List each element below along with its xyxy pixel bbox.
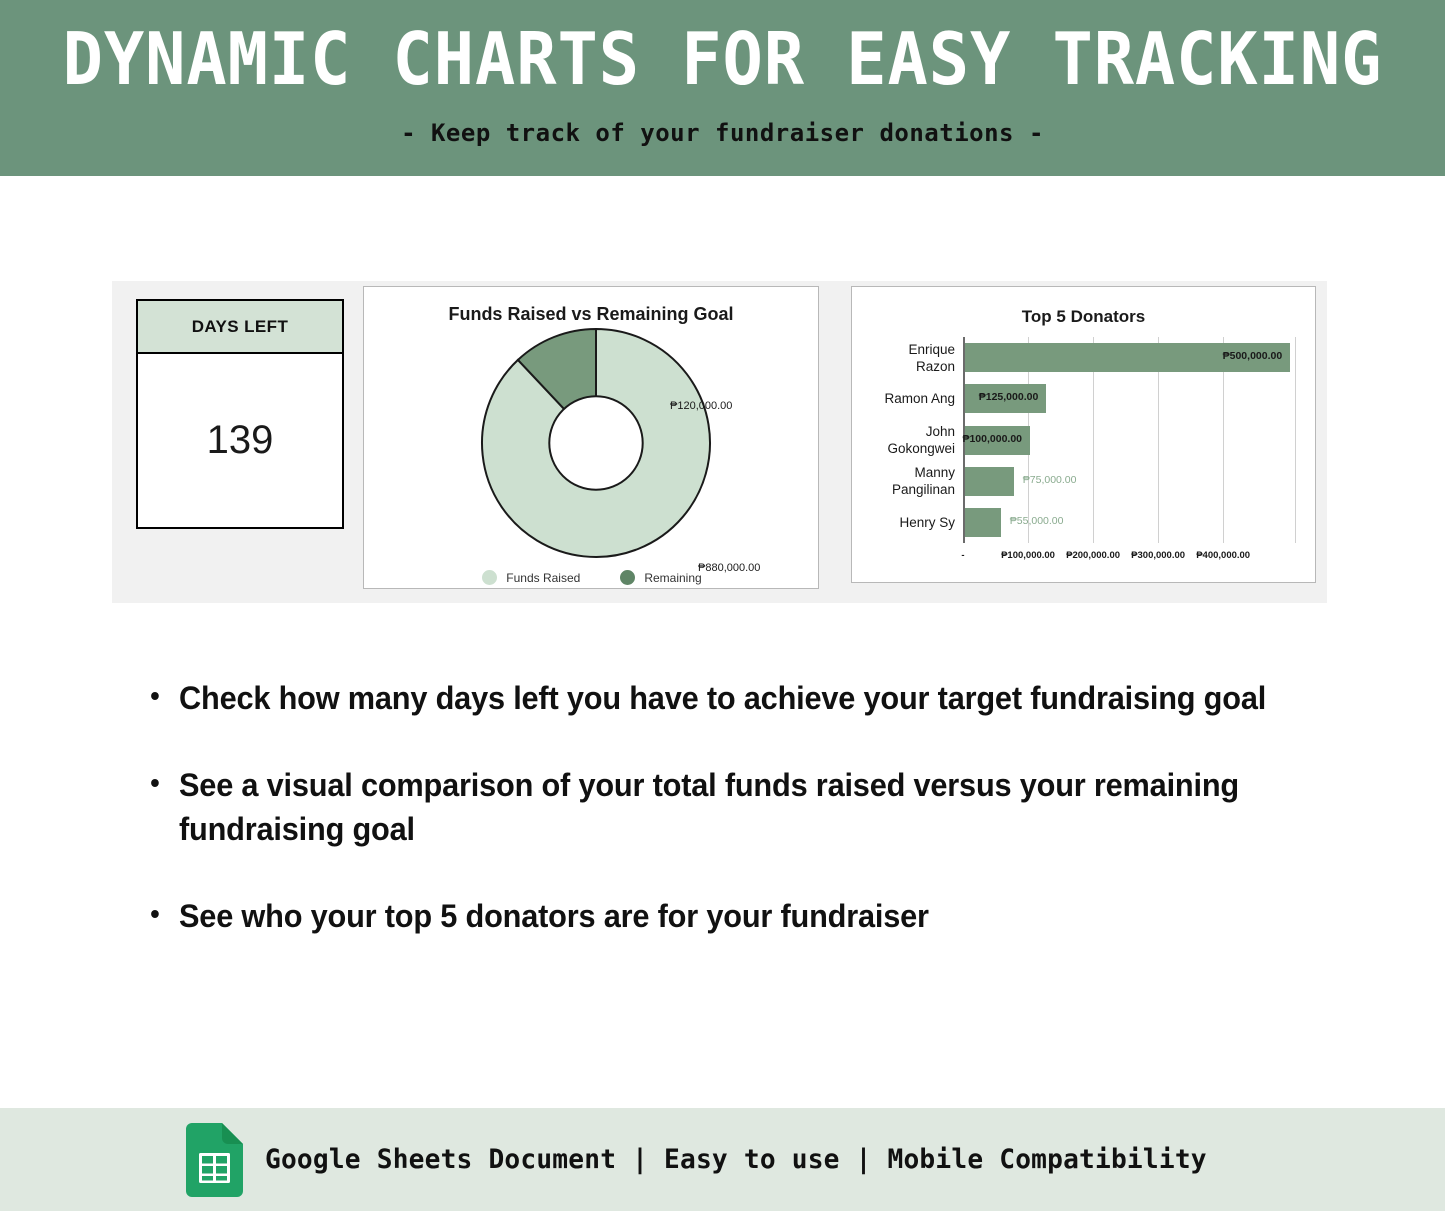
bar-chart-title: Top 5 Donators xyxy=(1021,307,1146,326)
bar-value-label: ₱500,000.00 xyxy=(1222,350,1283,363)
bar-category-label: Manny Pangilinan xyxy=(891,465,955,498)
bar-chart-plot-area: Enrique Razon ₱500,000.00 Ramon Ang ₱125,000… xyxy=(884,337,1296,561)
x-axis-tick-label: ₱100,000.00 xyxy=(1001,550,1055,561)
donut-label-remaining: ₱120,000.00 xyxy=(670,400,733,412)
bar-value-label: ₱100,000.00 xyxy=(962,432,1023,445)
bar-fill xyxy=(965,466,1014,496)
bar-category-label: John Gokongwei xyxy=(887,424,955,456)
bar-fill xyxy=(965,507,1001,537)
bar-category-label: Ramon Ang xyxy=(884,391,955,407)
top-donators-bar-chart-panel: Top 5 Donators Enrique Razon ₱500,000.00 Ra… xyxy=(851,286,1316,583)
bar-row: ₱500,000.00 xyxy=(965,343,1291,373)
google-sheets-icon xyxy=(186,1122,243,1197)
x-axis-tick-label: ₱400,000.00 xyxy=(1196,550,1251,561)
legend-swatch-funds-raised xyxy=(482,570,498,585)
days-left-label: DAYS LEFT xyxy=(138,301,342,354)
gridline xyxy=(1295,337,1296,543)
bar-value-label: ₱75,000.00 xyxy=(1022,473,1077,486)
donut-chart-legend: Funds Raised Remaining xyxy=(364,570,820,585)
page-header-banner: DYNAMIC CHARTS FOR EASY TRACKING - Keep … xyxy=(0,0,1445,176)
bar-row: ₱75,000.00 xyxy=(965,466,1076,496)
legend-item-funds-raised: Funds Raised xyxy=(482,570,580,585)
legend-item-remaining: Remaining xyxy=(620,570,702,585)
days-left-card: DAYS LEFT 139 xyxy=(136,299,344,529)
x-axis-tick-label: - xyxy=(961,550,965,561)
bullet-list: Check how many days left you have to ach… xyxy=(135,674,1370,938)
legend-swatch-remaining xyxy=(620,570,636,585)
footer-text: Google Sheets Document | Easy to use | M… xyxy=(265,1144,1207,1175)
bar-row: ₱55,000.00 xyxy=(965,507,1063,537)
google-sheets-icon-svg xyxy=(186,1122,243,1197)
donut-chart-title: Funds Raised vs Remaining Goal xyxy=(448,304,734,324)
x-axis-tick-label: ₱300,000.00 xyxy=(1131,550,1186,561)
bullet-item: See a visual comparison of your total fu… xyxy=(150,761,1322,851)
donut-svg xyxy=(481,327,711,558)
bar-row: ₱100,000.00 xyxy=(962,425,1031,455)
legend-label-funds-raised: Funds Raised xyxy=(506,570,581,585)
legend-label-remaining: Remaining xyxy=(644,570,702,585)
days-left-value: 139 xyxy=(206,418,274,462)
footer-content: Google Sheets Document | Easy to use | M… xyxy=(186,1108,1236,1211)
bullet-item: See who your top 5 donators are for your… xyxy=(150,892,1322,938)
dashboard-screenshot-strip: DAYS LEFT 139 Funds Raised vs Remaining … xyxy=(112,281,1327,603)
page-subtitle: - Keep track of your fundraiser donation… xyxy=(401,119,1044,147)
bar-value-label: ₱125,000.00 xyxy=(978,391,1039,404)
bar-value-label: ₱55,000.00 xyxy=(1009,514,1064,527)
page-title: DYNAMIC CHARTS FOR EASY TRACKING xyxy=(62,17,1383,101)
bar-category-label: Henry Sy xyxy=(899,514,955,530)
bar-category-label: Enrique Razon xyxy=(908,341,955,374)
donut-hole xyxy=(548,395,644,491)
x-axis-tick-label: ₱200,000.00 xyxy=(1066,550,1121,561)
donut-chart-graphic: ₱120,000.00 ₱880,000.00 xyxy=(480,327,760,574)
bullet-item: Check how many days left you have to ach… xyxy=(150,674,1322,720)
page-footer-banner: Google Sheets Document | Easy to use | M… xyxy=(0,1108,1445,1211)
funds-raised-donut-chart-panel: Funds Raised vs Remaining Goal ₱120,000.… xyxy=(363,286,819,589)
feature-bullet-list: Check how many days left you have to ach… xyxy=(135,674,1370,938)
bar-row: ₱125,000.00 xyxy=(965,384,1047,414)
